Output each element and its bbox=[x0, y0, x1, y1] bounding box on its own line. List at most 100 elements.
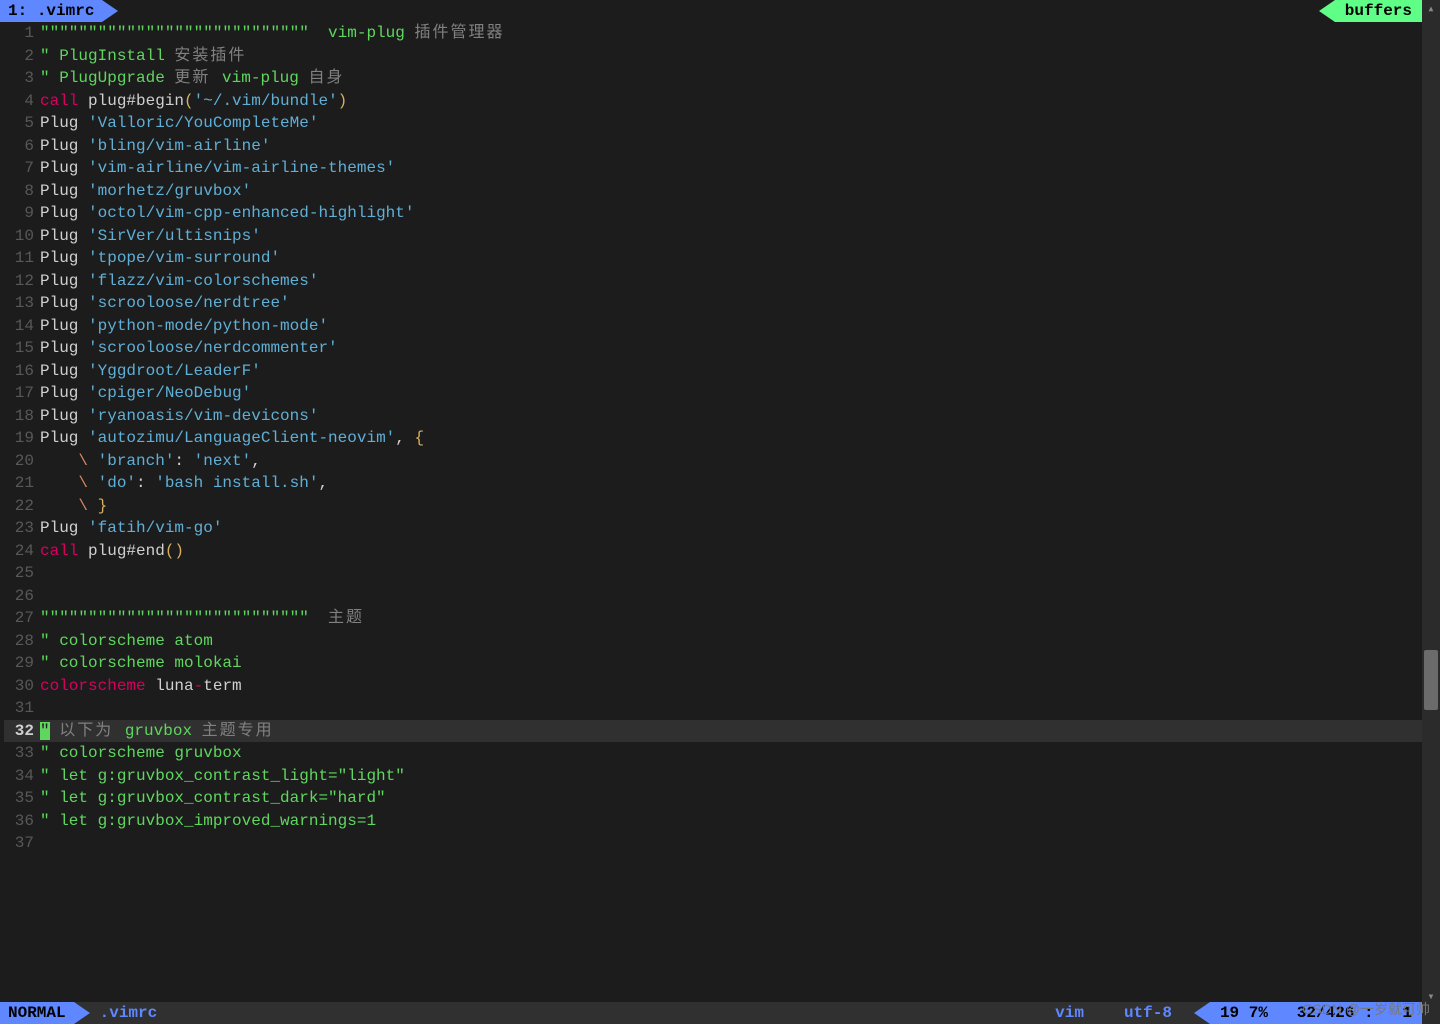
line-number: 9 bbox=[4, 202, 40, 225]
tab-index: 1: bbox=[8, 0, 27, 22]
vertical-scrollbar[interactable]: ▴ ▾ bbox=[1422, 0, 1440, 1024]
line-content: Plug 'python-mode/python-mode' bbox=[40, 315, 328, 338]
code-line[interactable]: 25 bbox=[4, 562, 1422, 585]
line-number: 27 bbox=[4, 607, 40, 630]
scroll-up-icon[interactable]: ▴ bbox=[1422, 0, 1440, 18]
code-line[interactable]: 21 \ 'do': 'bash install.sh', bbox=[4, 472, 1422, 495]
code-line[interactable]: 16Plug 'Yggdroot/LeaderF' bbox=[4, 360, 1422, 383]
vim-editor: 1: .vimrc buffers 1"""""""""""""""""""""… bbox=[0, 0, 1440, 1024]
code-line[interactable]: 36" let g:gruvbox_improved_warnings=1 bbox=[4, 810, 1422, 833]
line-content: \ } bbox=[40, 495, 107, 518]
line-number: 32 bbox=[4, 720, 40, 743]
code-line[interactable]: 7Plug 'vim-airline/vim-airline-themes' bbox=[4, 157, 1422, 180]
code-line[interactable]: 29" colorscheme molokai bbox=[4, 652, 1422, 675]
line-content: \ 'do': 'bash install.sh', bbox=[40, 472, 328, 495]
code-line[interactable]: 1"""""""""""""""""""""""""""" vim-plug 插… bbox=[4, 22, 1422, 45]
line-content: " 以下为 gruvbox 主题专用 bbox=[40, 720, 274, 743]
buffers-label: buffers bbox=[1345, 0, 1412, 22]
code-line[interactable]: 15Plug 'scrooloose/nerdcommenter' bbox=[4, 337, 1422, 360]
line-content: Plug 'morhetz/gruvbox' bbox=[40, 180, 251, 203]
code-line[interactable]: 30colorscheme luna-term bbox=[4, 675, 1422, 698]
line-content: call plug#begin('~/.vim/bundle') bbox=[40, 90, 347, 113]
code-line[interactable]: 4call plug#begin('~/.vim/bundle') bbox=[4, 90, 1422, 113]
status-percent: 19 7% bbox=[1220, 1002, 1268, 1024]
line-number: 19 bbox=[4, 427, 40, 450]
mode-text: NORMAL bbox=[8, 1002, 66, 1024]
code-line[interactable]: 12Plug 'flazz/vim-colorschemes' bbox=[4, 270, 1422, 293]
line-number: 16 bbox=[4, 360, 40, 383]
line-content: Plug 'ryanoasis/vim-devicons' bbox=[40, 405, 318, 428]
code-line[interactable]: 28" colorscheme atom bbox=[4, 630, 1422, 653]
line-content: " colorscheme molokai bbox=[40, 652, 242, 675]
code-line[interactable]: 13Plug 'scrooloose/nerdtree' bbox=[4, 292, 1422, 315]
buffers-indicator[interactable]: buffers bbox=[1335, 0, 1422, 22]
line-number: 33 bbox=[4, 742, 40, 765]
line-number: 17 bbox=[4, 382, 40, 405]
status-encoding: utf-8 bbox=[1104, 1002, 1192, 1024]
code-line[interactable]: 10Plug 'SirVer/ultisnips' bbox=[4, 225, 1422, 248]
line-number: 22 bbox=[4, 495, 40, 518]
code-line[interactable]: 18Plug 'ryanoasis/vim-devicons' bbox=[4, 405, 1422, 428]
line-number: 18 bbox=[4, 405, 40, 428]
line-content: Plug 'Valloric/YouCompleteMe' bbox=[40, 112, 318, 135]
code-line[interactable]: 9Plug 'octol/vim-cpp-enhanced-highlight' bbox=[4, 202, 1422, 225]
line-content: " PlugUpgrade 更新 vim-plug 自身 bbox=[40, 67, 344, 90]
line-number: 1 bbox=[4, 22, 40, 45]
code-line[interactable]: 8Plug 'morhetz/gruvbox' bbox=[4, 180, 1422, 203]
line-number: 37 bbox=[4, 832, 40, 855]
line-number: 7 bbox=[4, 157, 40, 180]
code-line[interactable]: 5Plug 'Valloric/YouCompleteMe' bbox=[4, 112, 1422, 135]
line-content: colorscheme luna-term bbox=[40, 675, 242, 698]
code-line[interactable]: 23Plug 'fatih/vim-go' bbox=[4, 517, 1422, 540]
scroll-thumb[interactable] bbox=[1424, 650, 1438, 710]
code-line[interactable]: 27"""""""""""""""""""""""""""" 主题 bbox=[4, 607, 1422, 630]
line-content: Plug 'SirVer/ultisnips' bbox=[40, 225, 261, 248]
line-number: 8 bbox=[4, 180, 40, 203]
code-line[interactable]: 6Plug 'bling/vim-airline' bbox=[4, 135, 1422, 158]
code-area[interactable]: 1"""""""""""""""""""""""""""" vim-plug 插… bbox=[0, 22, 1422, 855]
code-line[interactable]: 26 bbox=[4, 585, 1422, 608]
line-number: 36 bbox=[4, 810, 40, 833]
line-number: 15 bbox=[4, 337, 40, 360]
line-number: 25 bbox=[4, 562, 40, 585]
line-content: """""""""""""""""""""""""""" 主题 bbox=[40, 607, 364, 630]
code-line[interactable]: 34" let g:gruvbox_contrast_light="light" bbox=[4, 765, 1422, 788]
line-number: 14 bbox=[4, 315, 40, 338]
code-line[interactable]: 22 \ } bbox=[4, 495, 1422, 518]
editor-main: 1: .vimrc buffers 1"""""""""""""""""""""… bbox=[0, 0, 1422, 1024]
line-content: Plug 'vim-airline/vim-airline-themes' bbox=[40, 157, 395, 180]
line-content: Plug 'scrooloose/nerdcommenter' bbox=[40, 337, 338, 360]
code-line[interactable]: 20 \ 'branch': 'next', bbox=[4, 450, 1422, 473]
tab-bar: 1: .vimrc buffers bbox=[0, 0, 1422, 22]
code-line[interactable]: 2" PlugInstall 安装插件 bbox=[4, 45, 1422, 68]
line-content: Plug 'fatih/vim-go' bbox=[40, 517, 222, 540]
code-line[interactable]: 35" let g:gruvbox_contrast_dark="hard" bbox=[4, 787, 1422, 810]
line-number: 3 bbox=[4, 67, 40, 90]
code-line[interactable]: 31 bbox=[4, 697, 1422, 720]
code-line[interactable]: 32" 以下为 gruvbox 主题专用 bbox=[4, 720, 1422, 743]
line-number: 26 bbox=[4, 585, 40, 608]
code-line[interactable]: 37 bbox=[4, 832, 1422, 855]
code-line[interactable]: 3" PlugUpgrade 更新 vim-plug 自身 bbox=[4, 67, 1422, 90]
line-number: 28 bbox=[4, 630, 40, 653]
code-line[interactable]: 24call plug#end() bbox=[4, 540, 1422, 563]
tab-current-file[interactable]: 1: .vimrc bbox=[0, 0, 102, 22]
code-line[interactable]: 17Plug 'cpiger/NeoDebug' bbox=[4, 382, 1422, 405]
line-number: 31 bbox=[4, 697, 40, 720]
watermark-text: CSDN @一岁就可帅 bbox=[1302, 998, 1430, 1021]
code-line[interactable]: 33" colorscheme gruvbox bbox=[4, 742, 1422, 765]
code-line[interactable]: 11Plug 'tpope/vim-surround' bbox=[4, 247, 1422, 270]
line-content: " let g:gruvbox_improved_warnings=1 bbox=[40, 810, 376, 833]
code-line[interactable]: 19Plug 'autozimu/LanguageClient-neovim',… bbox=[4, 427, 1422, 450]
tab-filename: .vimrc bbox=[37, 0, 95, 22]
line-content: " let g:gruvbox_contrast_light="light" bbox=[40, 765, 405, 788]
code-line[interactable]: 14Plug 'python-mode/python-mode' bbox=[4, 315, 1422, 338]
line-number: 23 bbox=[4, 517, 40, 540]
status-filename: .vimrc bbox=[100, 1002, 158, 1024]
line-number: 24 bbox=[4, 540, 40, 563]
status-bar: NORMAL .vimrc vim utf-8 19 7% 32/426 : 1 bbox=[0, 1002, 1422, 1024]
line-content: call plug#end() bbox=[40, 540, 184, 563]
line-number: 21 bbox=[4, 472, 40, 495]
line-content: " PlugInstall 安装插件 bbox=[40, 45, 246, 68]
line-content: Plug 'bling/vim-airline' bbox=[40, 135, 270, 158]
